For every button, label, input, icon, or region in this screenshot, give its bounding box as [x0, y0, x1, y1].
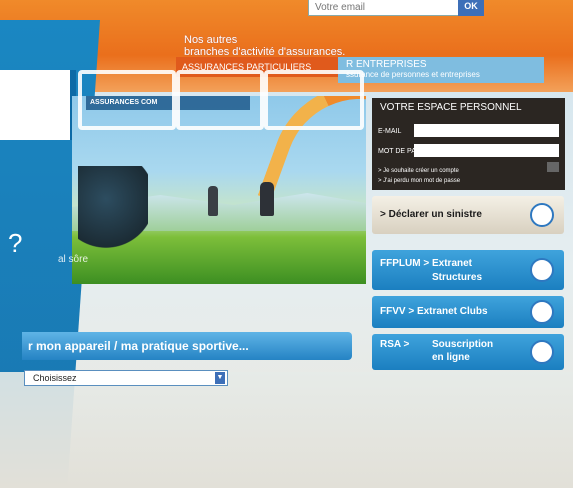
rsa-subscription-button[interactable]: RSA > Souscription en ligne	[372, 334, 564, 370]
ffplum-prefix: FFPLUM >	[380, 258, 430, 269]
photographed-webpage: OK Nos autres branches d'activité d'assu…	[0, 0, 573, 488]
personal-space-title: VOTRE ESPACE PERSONNEL	[380, 102, 522, 113]
left-white-card	[0, 70, 76, 140]
lost-password-link[interactable]: > J'ai perdu mon mot de passe	[378, 178, 460, 184]
declare-claim-button[interactable]: > Déclarer un sinistre	[372, 196, 564, 234]
logo-letter-shape	[264, 70, 364, 130]
logo-letter-shape	[78, 70, 176, 130]
ffvv-label: FFVV > Extranet Clubs	[380, 306, 488, 317]
question-mark: ?	[8, 228, 23, 258]
ffvv-logo-icon	[530, 300, 554, 324]
kite-rider	[78, 166, 148, 276]
sport-practice-bar: r mon appareil / ma pratique sportive...	[22, 332, 352, 360]
login-submit-button[interactable]	[547, 162, 559, 172]
newsletter-email-field[interactable]	[308, 0, 460, 17]
person-figure	[208, 186, 218, 216]
other-branches-link[interactable]: Nos autres branches d'activité d'assuran…	[184, 34, 345, 58]
login-password-field[interactable]	[414, 144, 559, 157]
tab-entreprises-title: R ENTREPRISES	[346, 59, 427, 70]
logo-letter-shape	[176, 70, 264, 130]
create-account-link[interactable]: > Je souhaite créer un compte	[378, 168, 459, 174]
tab-entreprises[interactable]: R ENTREPRISES ssurance de personnes et e…	[338, 57, 544, 83]
newsletter-ok-button[interactable]: OK	[458, 0, 484, 16]
photo-caption: al sôre	[58, 254, 89, 265]
login-email-field[interactable]	[414, 124, 559, 137]
chevron-down-icon: ▼	[215, 372, 225, 384]
at-sign-icon	[530, 203, 554, 227]
other-branches-line1: Nos autres	[184, 34, 238, 46]
ffplum-logo-icon	[530, 258, 554, 282]
rsa-logo-icon	[530, 340, 554, 364]
rsa-prefix: RSA >	[380, 339, 410, 350]
bottom-blurred-area	[0, 372, 573, 488]
ffplum-extranet-button[interactable]: FFPLUM > Extranet Structures	[372, 250, 564, 290]
personal-space-panel: VOTRE ESPACE PERSONNEL E-MAIL MOT DE PAS…	[372, 98, 565, 190]
practice-select-value: Choisissez	[33, 373, 77, 383]
declare-claim-label: > Déclarer un sinistre	[380, 209, 482, 220]
tab-entreprises-sub: ssurance de personnes et entreprises	[346, 70, 480, 79]
newsletter-email-input[interactable]	[309, 0, 459, 17]
practice-select[interactable]: Choisissez ▼	[24, 370, 228, 386]
person-figure	[260, 182, 274, 216]
email-label: E-MAIL	[378, 128, 402, 135]
ffvv-extranet-button[interactable]: FFVV > Extranet Clubs	[372, 296, 564, 328]
